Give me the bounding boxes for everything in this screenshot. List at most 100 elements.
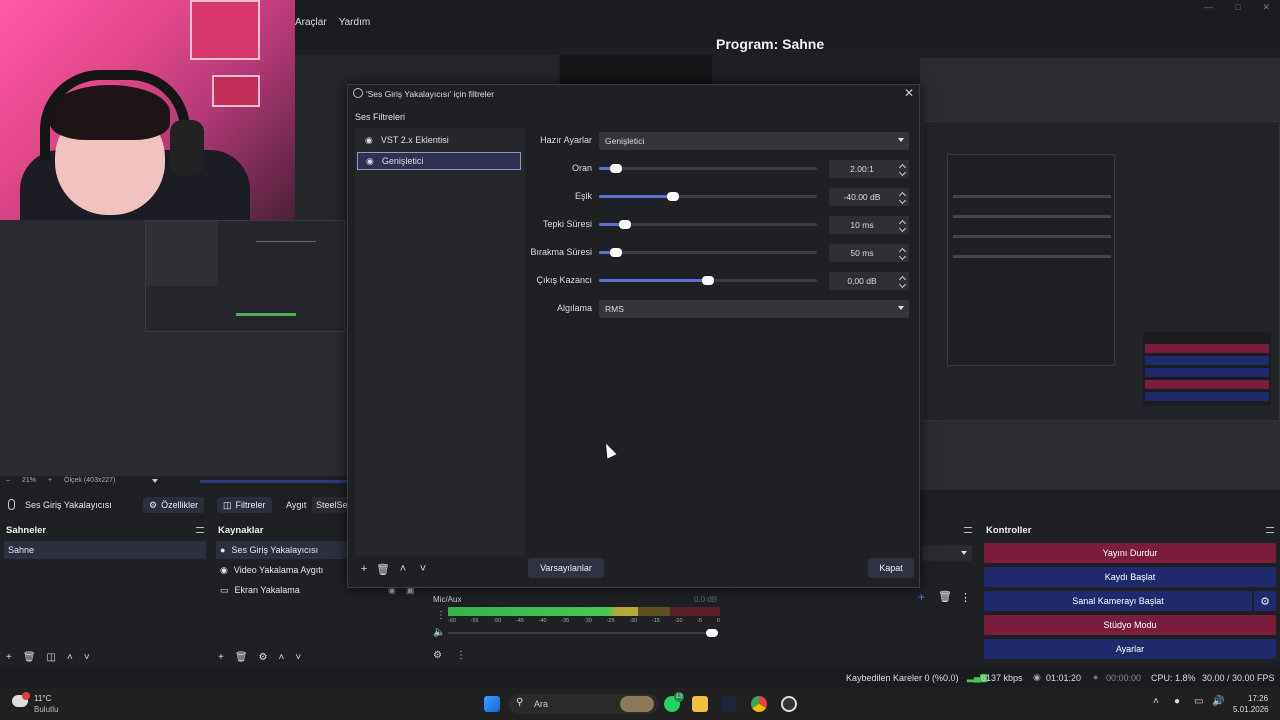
scale-label[interactable]: Ölçek (403x227) <box>64 477 115 484</box>
add-icon[interactable]: + <box>918 590 925 604</box>
spin-down-icon[interactable] <box>898 252 907 261</box>
search-highlight-image <box>620 696 654 712</box>
output-gain-spinbox[interactable]: 0,00 dB <box>829 272 909 290</box>
release-slider[interactable] <box>599 248 817 257</box>
more-icon[interactable]: ⋮ <box>456 650 466 661</box>
threshold-spinbox[interactable]: -40.00 dB <box>829 188 909 206</box>
spin-down-icon[interactable] <box>898 196 907 205</box>
chevron-down-icon[interactable]: ˅ <box>84 652 90 663</box>
steam-icon[interactable] <box>721 696 737 712</box>
close-icon[interactable]: ✕ <box>904 86 914 100</box>
ratio-spinbox[interactable]: 2.00:1 <box>829 160 909 178</box>
preview-canvas[interactable] <box>0 220 347 476</box>
microphone-tray-icon[interactable]: ● <box>1174 696 1180 707</box>
volume-icon[interactable]: 🔊 <box>1212 696 1224 707</box>
speaker-icon[interactable]: 🔈 <box>433 627 445 638</box>
zoom-bar: – 21% + Ölçek (403x227) <box>0 476 347 488</box>
mixer-settings-icon[interactable]: ⚙ <box>433 650 442 661</box>
filter-icon[interactable]: ◫ <box>47 652 56 663</box>
obs-icon[interactable] <box>781 696 797 712</box>
dock-menu-icon[interactable] <box>1266 527 1274 533</box>
clock-time[interactable]: 17:26 <box>1248 694 1268 703</box>
transition-select[interactable] <box>922 545 972 561</box>
close-button[interactable]: Kapat <box>868 558 914 578</box>
stop-stream-button[interactable]: Yayını Durdur <box>984 543 1276 563</box>
chevron-up-icon[interactable]: ˄ <box>1153 696 1159 707</box>
filters-button[interactable]: ◫ Filtreler <box>217 497 272 513</box>
settings-button[interactable]: Ayarlar <box>984 639 1276 659</box>
file-explorer-icon[interactable] <box>692 696 708 712</box>
chevron-down-icon[interactable]: ˅ <box>295 652 301 663</box>
source-item[interactable]: ▭ Ekran Yakalama <box>216 581 300 599</box>
add-filter-icon[interactable]: + <box>356 561 372 577</box>
search-box[interactable]: ⚲ Ara <box>508 694 658 714</box>
trash-icon[interactable]: 🗑 <box>235 652 248 663</box>
visibility-eye-icon[interactable]: ◉ <box>366 156 374 167</box>
headset-earcup <box>170 120 204 176</box>
release-spinbox[interactable]: 50 ms <box>829 244 909 262</box>
visibility-eye-icon[interactable]: ◉ <box>365 135 373 146</box>
dock-menu-icon[interactable] <box>964 527 972 533</box>
properties-button[interactable]: ⚙ Özellikler <box>143 497 205 513</box>
trash-icon[interactable]: 🗑 <box>938 590 952 603</box>
windows-start-icon[interactable] <box>484 696 500 712</box>
spin-down-icon[interactable] <box>898 168 907 177</box>
preset-select[interactable]: Genişletici <box>599 132 909 150</box>
network-icon[interactable]: ▭ <box>1194 696 1203 707</box>
filter-item-vst[interactable]: ◉ VST 2.x Eklentisi <box>357 131 521 149</box>
more-icon[interactable]: ⋮ <box>960 591 971 604</box>
device-select[interactable]: SteelSe <box>312 497 352 513</box>
spin-down-icon[interactable] <box>898 224 907 233</box>
microphone-icon: ● <box>220 545 226 555</box>
weather-temp[interactable]: 11°C <box>34 694 51 703</box>
program-nested-preview <box>922 121 1280 421</box>
slider-thumb[interactable] <box>610 164 622 173</box>
slider-thumb[interactable] <box>667 192 679 201</box>
maximize-icon[interactable]: □ <box>1235 2 1240 13</box>
slider-thumb[interactable] <box>702 276 714 285</box>
attack-slider[interactable] <box>599 220 817 229</box>
volume-slider[interactable] <box>448 629 718 637</box>
virtual-camera-gear-icon[interactable]: ⚙ <box>1254 591 1276 611</box>
gear-icon[interactable]: ⚙ <box>259 652 268 663</box>
chevron-down-icon[interactable]: ˅ <box>415 561 431 577</box>
add-icon[interactable]: + <box>6 652 12 663</box>
zoom-out-icon[interactable]: – <box>6 477 10 484</box>
trash-icon[interactable]: 🗑 <box>375 561 391 577</box>
filter-item-expander[interactable]: ◉ Genişletici <box>357 152 521 170</box>
chevron-up-icon[interactable]: ˄ <box>395 561 411 577</box>
defaults-button[interactable]: Varsayılanlar <box>528 558 604 578</box>
slider-thumb[interactable] <box>610 248 622 257</box>
chevron-up-icon[interactable]: ˄ <box>67 652 73 663</box>
source-item[interactable]: ◉ Video Yakalama Aygıtı <box>216 561 323 579</box>
dock-menu-icon[interactable] <box>196 527 204 533</box>
start-virtual-camera-button[interactable]: Sanal Kamerayı Başlat <box>984 591 1252 611</box>
menu-item-tools[interactable]: Araçlar <box>295 17 327 31</box>
volume-slider-thumb[interactable] <box>706 629 718 637</box>
minimize-icon[interactable]: — <box>1204 2 1213 13</box>
spin-down-icon[interactable] <box>898 280 907 289</box>
meter-tick: -55 <box>470 618 479 624</box>
add-icon[interactable]: + <box>218 652 224 663</box>
source-item[interactable]: ● Ses Giriş Yakalayıcısı <box>216 541 352 559</box>
scale-dropdown-icon[interactable] <box>152 479 158 483</box>
close-window-icon[interactable]: ✕ <box>1262 2 1270 13</box>
studio-mode-button[interactable]: Stüdyo Modu <box>984 615 1276 635</box>
menu-item-help[interactable]: Yardım <box>339 17 371 31</box>
trash-icon[interactable]: 🗑 <box>23 652 36 663</box>
start-recording-button[interactable]: Kaydı Başlat <box>984 567 1276 587</box>
threshold-slider[interactable] <box>599 192 817 201</box>
scene-item[interactable]: Sahne <box>4 541 206 559</box>
detection-select[interactable]: RMS <box>599 300 909 318</box>
chevron-up-icon[interactable]: ˄ <box>279 652 285 663</box>
ratio-slider[interactable] <box>599 164 817 173</box>
meter-tick: -50 <box>493 618 502 624</box>
attack-spinbox[interactable]: 10 ms <box>829 216 909 234</box>
output-gain-slider[interactable] <box>599 276 817 285</box>
chrome-icon[interactable] <box>751 696 767 712</box>
more-icon[interactable]: ⋮ <box>436 610 446 621</box>
meter-tick: -10 <box>674 618 683 624</box>
slider-thumb[interactable] <box>619 220 631 229</box>
preview-scrollbar[interactable] <box>200 480 347 483</box>
zoom-in-icon[interactable]: + <box>48 477 52 484</box>
